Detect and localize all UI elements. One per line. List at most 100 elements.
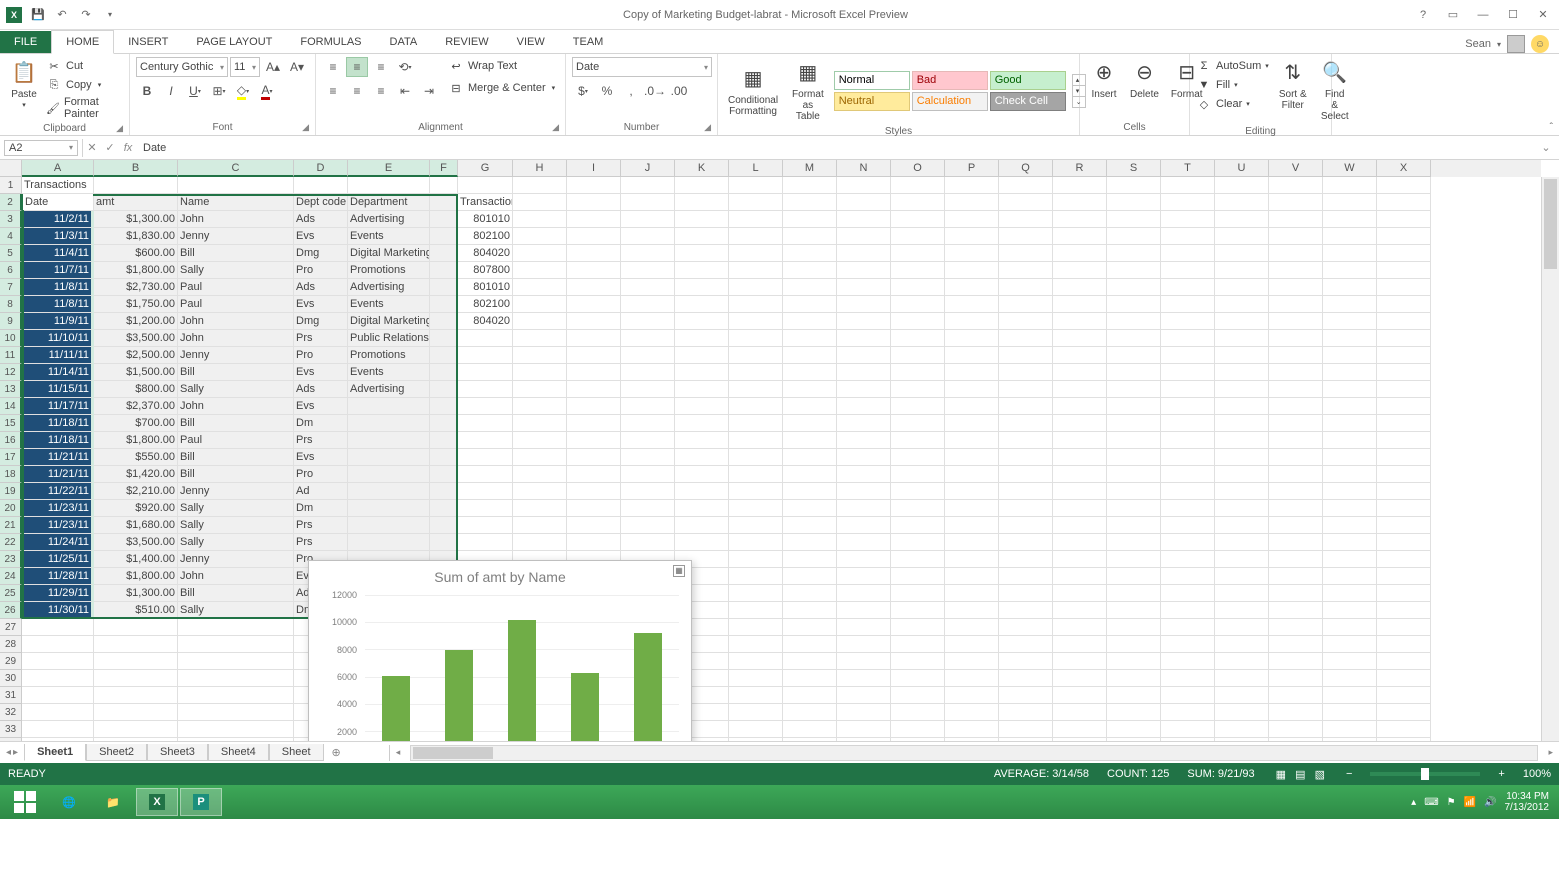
cell[interactable] [729, 687, 783, 704]
wrap-text-button[interactable]: ↩Wrap Text [448, 57, 555, 75]
cell[interactable] [891, 228, 945, 245]
cell[interactable] [1215, 653, 1269, 670]
cell[interactable] [1107, 721, 1161, 738]
cell[interactable] [348, 466, 430, 483]
indent-decrease-icon[interactable]: ⇤ [394, 81, 416, 101]
cell[interactable] [567, 330, 621, 347]
cell[interactable] [783, 313, 837, 330]
cell[interactable] [945, 500, 999, 517]
cell[interactable] [458, 347, 513, 364]
cell[interactable] [1269, 568, 1323, 585]
cell[interactable] [891, 432, 945, 449]
cell[interactable] [1269, 704, 1323, 721]
cell[interactable] [999, 279, 1053, 296]
cell[interactable]: Evs [294, 398, 348, 415]
cell[interactable] [999, 670, 1053, 687]
cell[interactable] [22, 687, 94, 704]
cell[interactable] [567, 398, 621, 415]
cell[interactable]: Jenny [178, 347, 294, 364]
cell[interactable] [621, 415, 675, 432]
cell[interactable] [1377, 568, 1431, 585]
cell[interactable] [430, 500, 458, 517]
cell[interactable] [945, 313, 999, 330]
tab-page-layout[interactable]: PAGE LAYOUT [182, 31, 286, 53]
cell[interactable] [1269, 228, 1323, 245]
merge-center-button[interactable]: ⊟Merge & Center▾ [448, 79, 555, 97]
cell[interactable] [1269, 398, 1323, 415]
cell[interactable]: 11/24/11 [22, 534, 94, 551]
name-box[interactable]: A2▾ [4, 140, 78, 156]
cell[interactable]: 11/23/11 [22, 500, 94, 517]
cell[interactable] [1323, 738, 1377, 741]
cell[interactable] [1323, 704, 1377, 721]
cell[interactable] [567, 177, 621, 194]
cell[interactable] [1323, 313, 1377, 330]
column-headers[interactable]: ABCDEFGHIJKLMNOPQRSTUVWX [22, 160, 1541, 177]
taskbar-clock[interactable]: 10:34 PM 7/13/2012 [1505, 791, 1550, 813]
cell[interactable] [1161, 364, 1215, 381]
autosum-button[interactable]: ΣAutoSum▾ [1196, 57, 1269, 75]
cell[interactable] [621, 228, 675, 245]
cell[interactable] [1215, 364, 1269, 381]
cell[interactable]: 11/9/11 [22, 313, 94, 330]
cell[interactable] [837, 551, 891, 568]
cell[interactable] [1107, 415, 1161, 432]
cell[interactable] [1053, 279, 1107, 296]
cell[interactable] [1215, 381, 1269, 398]
cell[interactable] [675, 177, 729, 194]
cell[interactable] [1377, 432, 1431, 449]
cell[interactable] [1161, 313, 1215, 330]
cell[interactable] [891, 636, 945, 653]
cell[interactable]: John [178, 568, 294, 585]
cell[interactable]: Jenny [178, 483, 294, 500]
cell[interactable] [1053, 245, 1107, 262]
format-painter-button[interactable]: 🖌Format Painter [46, 95, 123, 121]
cell[interactable] [891, 602, 945, 619]
cell[interactable] [430, 449, 458, 466]
cell[interactable] [837, 347, 891, 364]
cell[interactable] [675, 517, 729, 534]
cell[interactable] [567, 194, 621, 211]
cell[interactable] [945, 330, 999, 347]
cell[interactable] [891, 517, 945, 534]
cell[interactable] [1053, 534, 1107, 551]
font-launcher-icon[interactable]: ◢ [302, 122, 309, 133]
cell[interactable] [1053, 466, 1107, 483]
accounting-format-icon[interactable]: $▾ [572, 81, 594, 101]
cell[interactable]: Sally [178, 262, 294, 279]
cell[interactable] [22, 653, 94, 670]
cell[interactable] [513, 381, 567, 398]
cell[interactable] [1215, 721, 1269, 738]
enter-formula-icon[interactable]: ✓ [101, 141, 119, 154]
cell[interactable] [891, 177, 945, 194]
cell[interactable] [1215, 670, 1269, 687]
cell[interactable] [1323, 602, 1377, 619]
cell[interactable] [1107, 330, 1161, 347]
cell[interactable] [567, 500, 621, 517]
cell[interactable]: 11/25/11 [22, 551, 94, 568]
cell[interactable] [675, 534, 729, 551]
cell[interactable] [1269, 313, 1323, 330]
cell[interactable] [1377, 313, 1431, 330]
cell[interactable] [430, 313, 458, 330]
cell[interactable] [999, 636, 1053, 653]
cell[interactable]: Prs [294, 517, 348, 534]
cell[interactable]: Bill [178, 449, 294, 466]
sort-filter-button[interactable]: ⇅Sort & Filter [1275, 57, 1311, 113]
cell[interactable] [1323, 551, 1377, 568]
cell[interactable]: Transaction code [458, 194, 513, 211]
row-header[interactable]: 5 [0, 245, 22, 262]
cell[interactable] [945, 415, 999, 432]
cell[interactable] [783, 347, 837, 364]
cell[interactable] [621, 245, 675, 262]
cell[interactable] [1323, 636, 1377, 653]
cell[interactable] [675, 228, 729, 245]
cell[interactable] [1215, 279, 1269, 296]
cell[interactable] [1377, 262, 1431, 279]
cell[interactable]: 11/2/11 [22, 211, 94, 228]
row-header[interactable]: 8 [0, 296, 22, 313]
cell[interactable] [1269, 432, 1323, 449]
align-middle-icon[interactable]: ≡ [346, 57, 368, 77]
cell[interactable] [1215, 228, 1269, 245]
cell[interactable] [783, 653, 837, 670]
